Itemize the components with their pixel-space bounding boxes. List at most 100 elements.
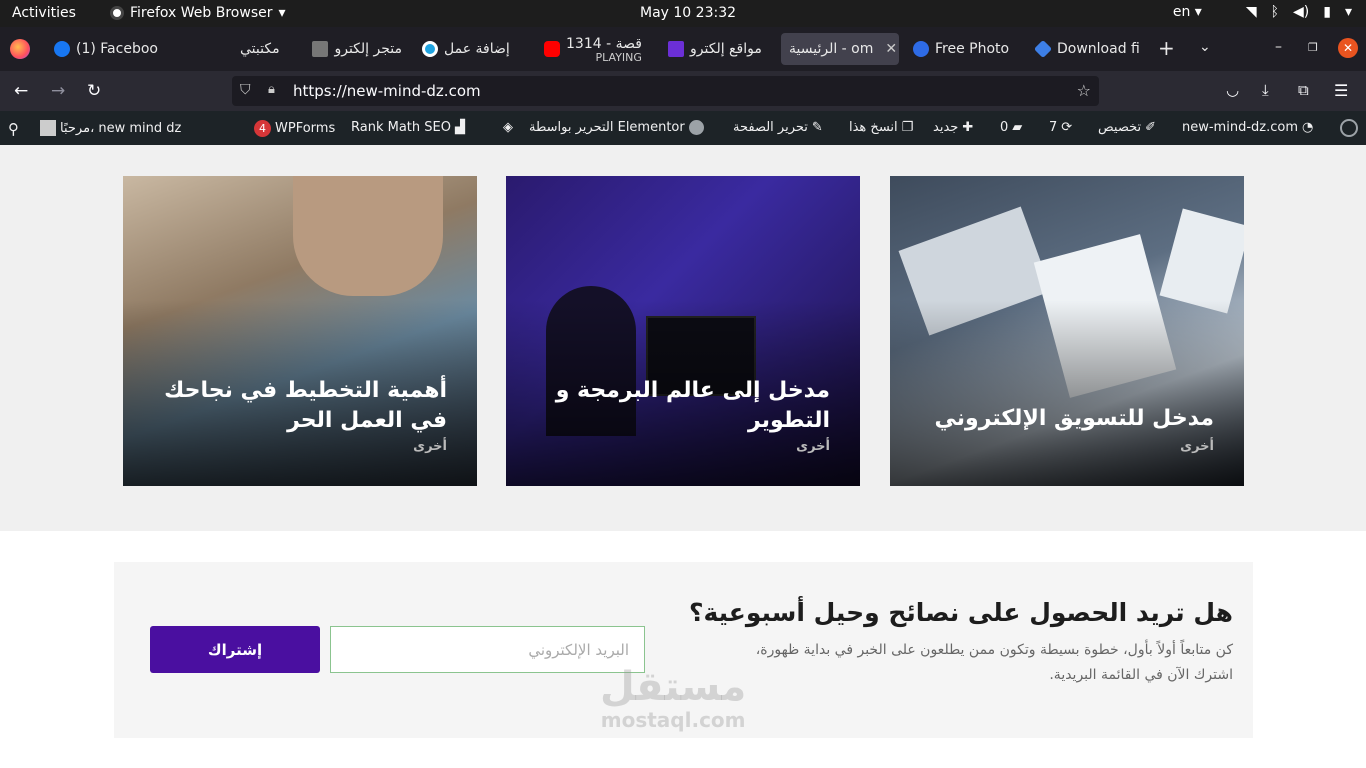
freepik-icon (913, 41, 929, 57)
new-label: جديد (933, 120, 959, 135)
tab-label: إضافة عمل (444, 41, 510, 57)
wpforms-badge: 4 (254, 120, 271, 137)
minimize-button[interactable]: – (1275, 39, 1282, 55)
post-card[interactable]: مدخل للتسويق الإلكتروني أخرى (890, 176, 1244, 486)
watermark-latin: mostaql.com (600, 708, 746, 732)
language-label: en (1172, 4, 1191, 20)
subscribe-button[interactable]: إشتراك (150, 626, 320, 673)
wpforms-label: WPForms (275, 121, 336, 136)
tab-youtube[interactable]: 1314 - قصة PLAYING (536, 33, 656, 65)
wpforms-menu[interactable]: 4 WPForms (254, 120, 335, 137)
avatar (40, 120, 56, 136)
comment-icon: ▰ (1012, 120, 1023, 135)
language-indicator[interactable]: en ▾ (1173, 4, 1202, 20)
rankmath-icon: ▟ (454, 120, 465, 135)
comments-link[interactable]: 0 ▰ (1000, 120, 1022, 135)
card-overlay (890, 300, 1244, 486)
email-input[interactable] (330, 626, 645, 673)
post-title[interactable]: أهمية التخطيط في نجاحك في العمل الحر (143, 376, 447, 436)
edit-page-label: تحرير الصفحة (733, 120, 808, 135)
bluetooth-icon: ᛒ (1270, 4, 1280, 20)
rankmath-menu[interactable]: Rank Math SEO ▟ (351, 120, 465, 135)
close-window-button[interactable]: ✕ (1338, 38, 1358, 58)
app-name: Firefox Web Browser (130, 5, 273, 21)
tab-store[interactable]: متجر إلكترو (294, 33, 410, 65)
system-top-bar: Activities Firefox Web Browser ▾ May 10 … (0, 0, 1366, 27)
activities-button[interactable]: Activities (12, 5, 76, 21)
newsletter-section: هل تريد الحصول على نصائح وحيل أسبوعية؟ ك… (0, 531, 1366, 768)
brush-icon: ✐ (1145, 120, 1157, 135)
post-title[interactable]: مدخل إلى عالم البرمجة و التطوير (526, 376, 830, 436)
site-name-label: new-mind-dz.com (1182, 120, 1298, 135)
mostaql-icon (422, 41, 438, 57)
account-menu[interactable]: مرحبًا، new mind dz (40, 120, 181, 136)
edit-page-link[interactable]: تحرير الصفحة ✎ (733, 120, 823, 135)
customize-label: تخصيص (1098, 120, 1142, 135)
copy-link[interactable]: انسخ هذا ❐ (849, 120, 913, 135)
bookmark-star-icon[interactable]: ☆ (1077, 81, 1091, 100)
plus-icon: ✚ (962, 120, 974, 135)
wordpress-icon[interactable] (1340, 119, 1358, 137)
search-icon[interactable]: ⚲ (8, 120, 19, 138)
playing-label: PLAYING (595, 50, 642, 64)
close-icon[interactable]: ✕ (885, 41, 897, 57)
tab-label: الرئيسية - om (789, 41, 874, 57)
post-category[interactable]: أخرى (796, 439, 830, 454)
clock[interactable]: May 10 23:32 (640, 5, 736, 21)
updates-count: 7 (1049, 120, 1058, 135)
youtube-icon (544, 41, 560, 57)
comments-count: 0 (1000, 120, 1009, 135)
dashboard-icon: ◔ (1302, 120, 1314, 135)
reload-button[interactable]: ↻ (87, 81, 101, 101)
site-name-menu[interactable]: new-mind-dz.com ◔ (1182, 120, 1313, 135)
volume-icon: ◀) (1293, 4, 1310, 20)
new-content-menu[interactable]: جديد ✚ (933, 120, 973, 135)
chevron-down-icon: ▾ (1344, 4, 1352, 20)
greeting-label: مرحبًا، new mind dz (60, 120, 182, 136)
post-category[interactable]: أخرى (413, 439, 447, 454)
address-bar[interactable]: ⛉ 🔒︎ https://new-mind-dz.com ☆ (232, 76, 1099, 106)
posts-grid: أهمية التخطيط في نجاحك في العمل الحر أخر… (0, 145, 1366, 531)
forward-button[interactable]: → (51, 81, 65, 101)
newsletter-title: هل تريد الحصول على نصائح وحيل أسبوعية؟ (688, 598, 1233, 627)
elementor-label: التحرير بواسطة Elementor (529, 120, 685, 135)
updates-link[interactable]: 7 ⟳ (1049, 120, 1072, 135)
list-tabs-button[interactable]: ⌄ (1199, 39, 1211, 55)
maximize-button[interactable]: ❐ (1308, 41, 1318, 54)
lock-icon[interactable]: 🔒︎ (268, 82, 275, 97)
back-button[interactable]: ← (14, 81, 28, 101)
tab-websites[interactable]: مواقع إلكترو (660, 33, 778, 65)
tab-free-photo[interactable]: Free Photo (905, 33, 1017, 65)
paper-image (1159, 208, 1244, 314)
firefox-icon (110, 6, 124, 20)
tracking-protection-icon[interactable]: ⛉ (240, 82, 251, 98)
tab-label: متجر إلكترو (334, 41, 402, 57)
elementor-edit-link[interactable]: ◈ التحرير بواسطة Elementor (503, 120, 704, 135)
tab-bar: (1) Faceboo مكتبتي متجر إلكترو إضافة عمل… (0, 27, 1366, 71)
new-tab-button[interactable]: + (1158, 36, 1175, 60)
pencil-icon: ✎ (811, 120, 823, 135)
tab-facebook[interactable]: (1) Faceboo (46, 33, 158, 65)
menu-icon[interactable]: ☰ (1334, 81, 1348, 100)
customize-link[interactable]: تخصيص ✐ (1098, 120, 1156, 135)
post-card[interactable]: مدخل إلى عالم البرمجة و التطوير أخرى (506, 176, 860, 486)
tab-my-library[interactable]: مكتبتي (232, 33, 292, 65)
tab-label: مكتبتي (240, 41, 280, 57)
tab-download[interactable]: Download fi (1027, 33, 1139, 65)
post-card[interactable]: أهمية التخطيط في نجاحك في العمل الحر أخر… (123, 176, 477, 486)
pocket-icon[interactable]: ◡ (1226, 81, 1239, 99)
person-image (293, 176, 443, 296)
system-tray[interactable]: en ▾ ◥ ᛒ ◀) ▮ ▾ (1173, 4, 1352, 20)
extensions-icon[interactable]: ⧉ (1298, 81, 1309, 99)
tab-add-work[interactable]: إضافة عمل (414, 33, 532, 65)
app-menu[interactable]: Firefox Web Browser ▾ (110, 5, 286, 21)
downloads-icon[interactable]: ⤓ (1262, 81, 1269, 99)
newsletter-description: كن متابعاً أولاً بأول، خطوة بسيطة وتكون … (755, 642, 1233, 683)
post-title[interactable]: مدخل للتسويق الإلكتروني (910, 404, 1214, 434)
tab-home-active[interactable]: الرئيسية - om ✕ (781, 33, 899, 65)
post-category[interactable]: أخرى (1180, 439, 1214, 454)
firefox-view-icon[interactable] (10, 39, 30, 59)
store-icon (312, 41, 329, 57)
url-text[interactable]: https://new-mind-dz.com (293, 82, 481, 100)
elementor-diamond-icon: ◈ (503, 120, 513, 135)
